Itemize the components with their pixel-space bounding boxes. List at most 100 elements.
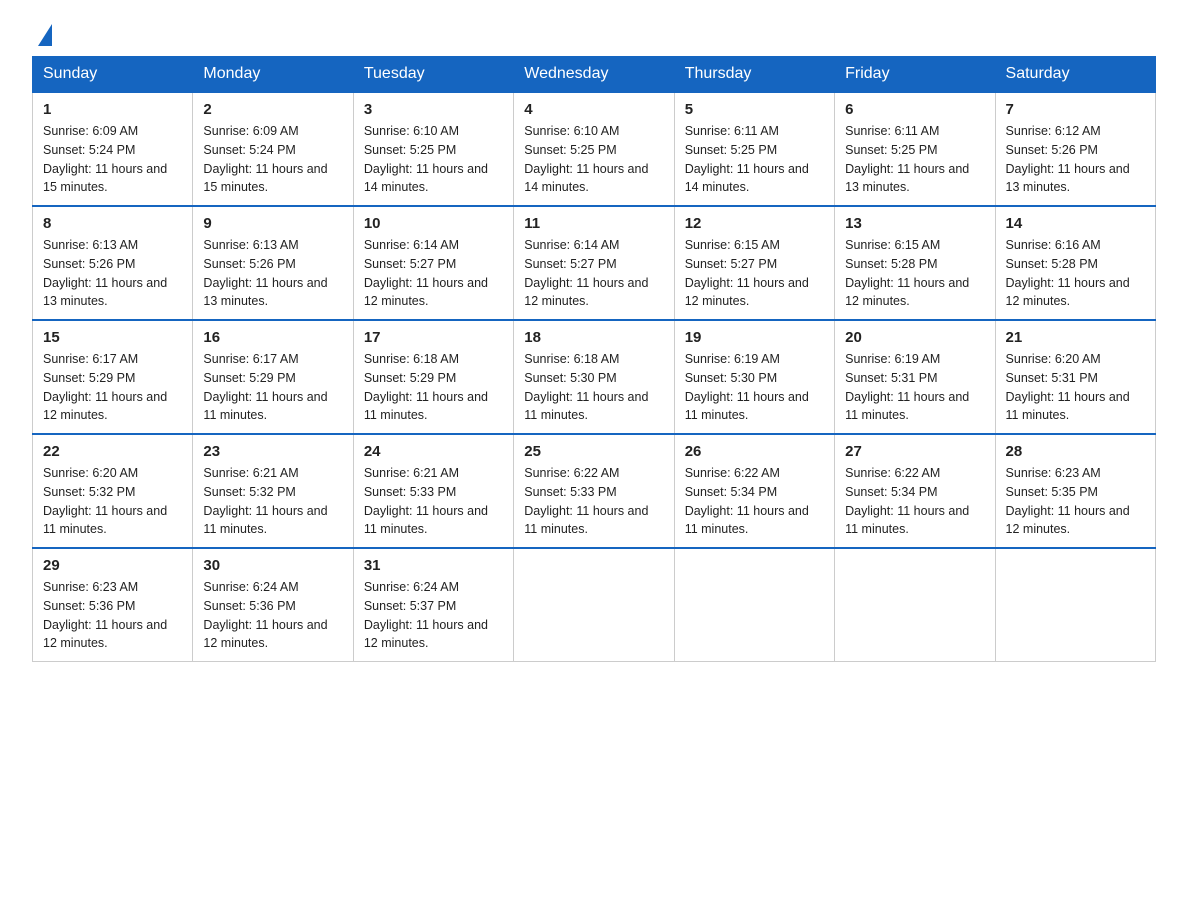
day-number: 11 <box>524 215 663 232</box>
calendar-cell: 11 Sunrise: 6:14 AMSunset: 5:27 PMDaylig… <box>514 206 674 320</box>
logo-blue-text <box>32 24 52 46</box>
day-info: Sunrise: 6:14 AMSunset: 5:27 PMDaylight:… <box>524 238 648 308</box>
week-row-1: 1 Sunrise: 6:09 AMSunset: 5:24 PMDayligh… <box>33 92 1156 206</box>
day-number: 25 <box>524 443 663 460</box>
calendar-cell: 1 Sunrise: 6:09 AMSunset: 5:24 PMDayligh… <box>33 92 193 206</box>
day-info: Sunrise: 6:19 AMSunset: 5:31 PMDaylight:… <box>845 352 969 422</box>
day-info: Sunrise: 6:16 AMSunset: 5:28 PMDaylight:… <box>1006 238 1130 308</box>
day-info: Sunrise: 6:13 AMSunset: 5:26 PMDaylight:… <box>43 238 167 308</box>
day-number: 29 <box>43 557 182 574</box>
day-number: 13 <box>845 215 984 232</box>
day-info: Sunrise: 6:22 AMSunset: 5:33 PMDaylight:… <box>524 466 648 536</box>
day-info: Sunrise: 6:24 AMSunset: 5:37 PMDaylight:… <box>364 580 488 650</box>
day-number: 2 <box>203 101 342 118</box>
day-number: 18 <box>524 329 663 346</box>
day-info: Sunrise: 6:23 AMSunset: 5:35 PMDaylight:… <box>1006 466 1130 536</box>
calendar-cell: 18 Sunrise: 6:18 AMSunset: 5:30 PMDaylig… <box>514 320 674 434</box>
calendar-cell: 5 Sunrise: 6:11 AMSunset: 5:25 PMDayligh… <box>674 92 834 206</box>
day-number: 23 <box>203 443 342 460</box>
day-number: 27 <box>845 443 984 460</box>
logo <box>32 24 52 46</box>
week-row-5: 29 Sunrise: 6:23 AMSunset: 5:36 PMDaylig… <box>33 548 1156 662</box>
day-info: Sunrise: 6:15 AMSunset: 5:28 PMDaylight:… <box>845 238 969 308</box>
calendar-cell: 28 Sunrise: 6:23 AMSunset: 5:35 PMDaylig… <box>995 434 1155 548</box>
calendar-cell: 21 Sunrise: 6:20 AMSunset: 5:31 PMDaylig… <box>995 320 1155 434</box>
weekday-header-wednesday: Wednesday <box>514 57 674 93</box>
day-info: Sunrise: 6:10 AMSunset: 5:25 PMDaylight:… <box>364 124 488 194</box>
day-info: Sunrise: 6:22 AMSunset: 5:34 PMDaylight:… <box>685 466 809 536</box>
calendar-cell: 31 Sunrise: 6:24 AMSunset: 5:37 PMDaylig… <box>353 548 513 662</box>
week-row-2: 8 Sunrise: 6:13 AMSunset: 5:26 PMDayligh… <box>33 206 1156 320</box>
calendar-cell: 6 Sunrise: 6:11 AMSunset: 5:25 PMDayligh… <box>835 92 995 206</box>
calendar-cell: 15 Sunrise: 6:17 AMSunset: 5:29 PMDaylig… <box>33 320 193 434</box>
calendar-cell: 25 Sunrise: 6:22 AMSunset: 5:33 PMDaylig… <box>514 434 674 548</box>
day-info: Sunrise: 6:11 AMSunset: 5:25 PMDaylight:… <box>845 124 969 194</box>
calendar-cell: 13 Sunrise: 6:15 AMSunset: 5:28 PMDaylig… <box>835 206 995 320</box>
week-row-3: 15 Sunrise: 6:17 AMSunset: 5:29 PMDaylig… <box>33 320 1156 434</box>
day-info: Sunrise: 6:09 AMSunset: 5:24 PMDaylight:… <box>203 124 327 194</box>
day-number: 7 <box>1006 101 1145 118</box>
calendar-cell <box>674 548 834 662</box>
calendar-cell: 27 Sunrise: 6:22 AMSunset: 5:34 PMDaylig… <box>835 434 995 548</box>
logo-triangle-icon <box>38 24 52 46</box>
day-info: Sunrise: 6:14 AMSunset: 5:27 PMDaylight:… <box>364 238 488 308</box>
day-number: 21 <box>1006 329 1145 346</box>
week-row-4: 22 Sunrise: 6:20 AMSunset: 5:32 PMDaylig… <box>33 434 1156 548</box>
day-info: Sunrise: 6:21 AMSunset: 5:32 PMDaylight:… <box>203 466 327 536</box>
day-number: 30 <box>203 557 342 574</box>
day-info: Sunrise: 6:13 AMSunset: 5:26 PMDaylight:… <box>203 238 327 308</box>
day-info: Sunrise: 6:21 AMSunset: 5:33 PMDaylight:… <box>364 466 488 536</box>
calendar-cell: 17 Sunrise: 6:18 AMSunset: 5:29 PMDaylig… <box>353 320 513 434</box>
day-info: Sunrise: 6:22 AMSunset: 5:34 PMDaylight:… <box>845 466 969 536</box>
day-info: Sunrise: 6:17 AMSunset: 5:29 PMDaylight:… <box>43 352 167 422</box>
calendar-cell <box>835 548 995 662</box>
day-number: 15 <box>43 329 182 346</box>
day-number: 16 <box>203 329 342 346</box>
calendar-cell: 3 Sunrise: 6:10 AMSunset: 5:25 PMDayligh… <box>353 92 513 206</box>
day-info: Sunrise: 6:18 AMSunset: 5:29 PMDaylight:… <box>364 352 488 422</box>
day-info: Sunrise: 6:17 AMSunset: 5:29 PMDaylight:… <box>203 352 327 422</box>
day-number: 28 <box>1006 443 1145 460</box>
day-number: 17 <box>364 329 503 346</box>
weekday-header-friday: Friday <box>835 57 995 93</box>
day-number: 26 <box>685 443 824 460</box>
day-number: 20 <box>845 329 984 346</box>
calendar-cell: 7 Sunrise: 6:12 AMSunset: 5:26 PMDayligh… <box>995 92 1155 206</box>
day-number: 14 <box>1006 215 1145 232</box>
calendar-cell: 12 Sunrise: 6:15 AMSunset: 5:27 PMDaylig… <box>674 206 834 320</box>
calendar-cell: 19 Sunrise: 6:19 AMSunset: 5:30 PMDaylig… <box>674 320 834 434</box>
day-number: 1 <box>43 101 182 118</box>
day-number: 9 <box>203 215 342 232</box>
calendar-cell: 10 Sunrise: 6:14 AMSunset: 5:27 PMDaylig… <box>353 206 513 320</box>
day-info: Sunrise: 6:20 AMSunset: 5:32 PMDaylight:… <box>43 466 167 536</box>
calendar-cell: 30 Sunrise: 6:24 AMSunset: 5:36 PMDaylig… <box>193 548 353 662</box>
calendar-cell: 24 Sunrise: 6:21 AMSunset: 5:33 PMDaylig… <box>353 434 513 548</box>
day-info: Sunrise: 6:24 AMSunset: 5:36 PMDaylight:… <box>203 580 327 650</box>
calendar-cell: 14 Sunrise: 6:16 AMSunset: 5:28 PMDaylig… <box>995 206 1155 320</box>
day-info: Sunrise: 6:11 AMSunset: 5:25 PMDaylight:… <box>685 124 809 194</box>
day-info: Sunrise: 6:20 AMSunset: 5:31 PMDaylight:… <box>1006 352 1130 422</box>
day-number: 22 <box>43 443 182 460</box>
calendar-cell: 23 Sunrise: 6:21 AMSunset: 5:32 PMDaylig… <box>193 434 353 548</box>
day-info: Sunrise: 6:23 AMSunset: 5:36 PMDaylight:… <box>43 580 167 650</box>
day-info: Sunrise: 6:10 AMSunset: 5:25 PMDaylight:… <box>524 124 648 194</box>
weekday-header-sunday: Sunday <box>33 57 193 93</box>
day-number: 8 <box>43 215 182 232</box>
calendar-table: SundayMondayTuesdayWednesdayThursdayFrid… <box>32 56 1156 662</box>
day-number: 4 <box>524 101 663 118</box>
day-number: 24 <box>364 443 503 460</box>
weekday-header-tuesday: Tuesday <box>353 57 513 93</box>
calendar-cell: 2 Sunrise: 6:09 AMSunset: 5:24 PMDayligh… <box>193 92 353 206</box>
day-info: Sunrise: 6:15 AMSunset: 5:27 PMDaylight:… <box>685 238 809 308</box>
calendar-cell: 26 Sunrise: 6:22 AMSunset: 5:34 PMDaylig… <box>674 434 834 548</box>
day-number: 12 <box>685 215 824 232</box>
calendar-cell: 4 Sunrise: 6:10 AMSunset: 5:25 PMDayligh… <box>514 92 674 206</box>
day-number: 19 <box>685 329 824 346</box>
calendar-cell: 16 Sunrise: 6:17 AMSunset: 5:29 PMDaylig… <box>193 320 353 434</box>
day-info: Sunrise: 6:19 AMSunset: 5:30 PMDaylight:… <box>685 352 809 422</box>
weekday-header-row: SundayMondayTuesdayWednesdayThursdayFrid… <box>33 57 1156 93</box>
page-header <box>32 24 1156 46</box>
calendar-cell: 22 Sunrise: 6:20 AMSunset: 5:32 PMDaylig… <box>33 434 193 548</box>
weekday-header-saturday: Saturday <box>995 57 1155 93</box>
calendar-cell: 8 Sunrise: 6:13 AMSunset: 5:26 PMDayligh… <box>33 206 193 320</box>
